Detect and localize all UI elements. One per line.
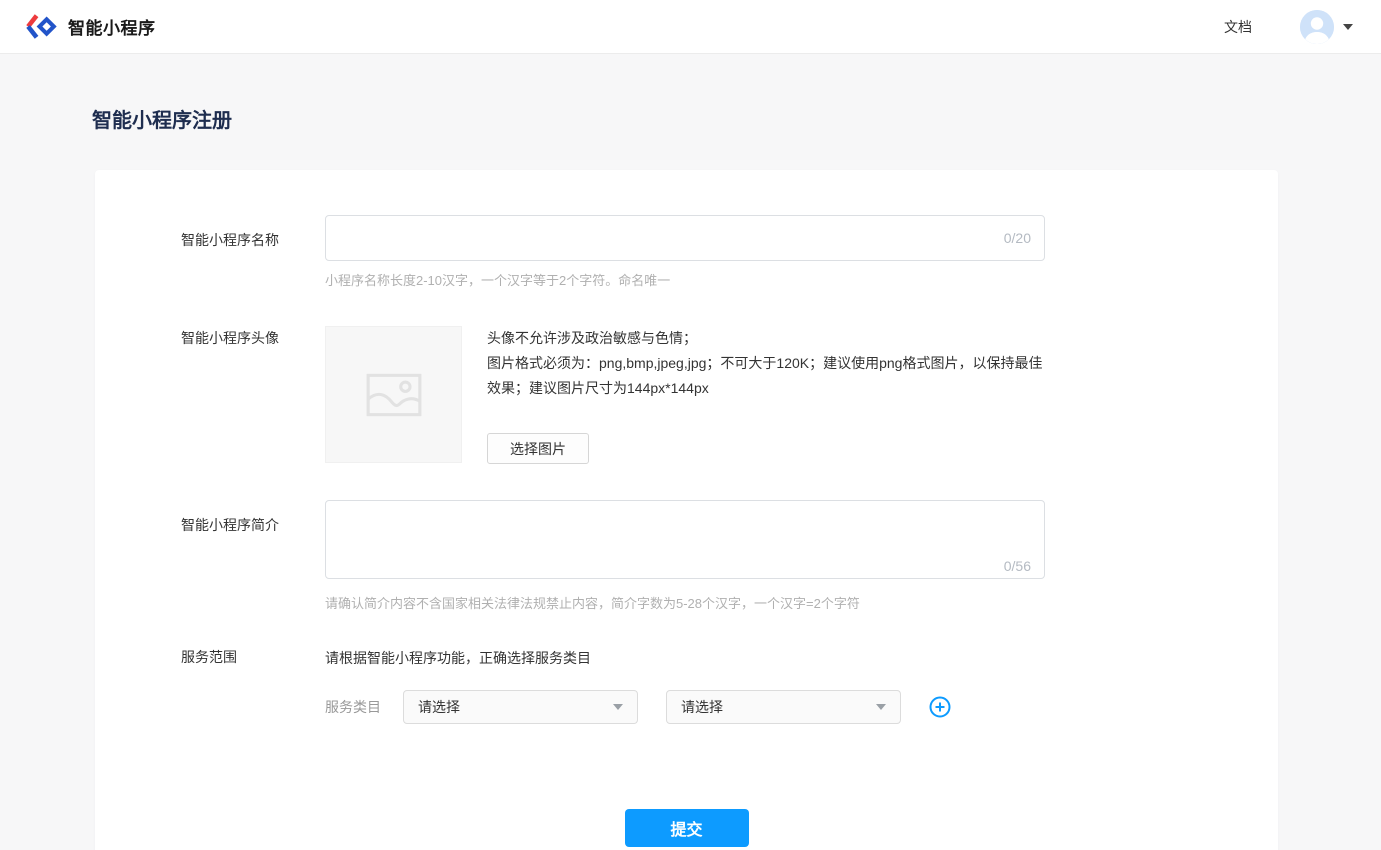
submit-button[interactable]: 提交 [625,809,749,847]
avatar-rule-line-2: 图片格式必须为：png,bmp,jpeg,jpg；不可大于120K；建议使用pn… [487,351,1047,401]
name-label: 智能小程序名称 [181,215,325,289]
brand-name: 智能小程序 [68,14,156,39]
category-select-level2-value: 请选择 [681,697,876,717]
intro-hint: 请确认简介内容不含国家相关法律法规禁止内容，简介字数为5-28个汉字，一个汉字=… [325,593,1045,612]
avatar-field-row: 智能小程序头像 头像不允许涉及政治敏感与色情； 图片格式必须为：png,bmp,… [95,326,1278,464]
intro-textarea[interactable] [325,500,1045,579]
intro-field-row: 智能小程序简介 0/56 请确认简介内容不含国家相关法律法规禁止内容，简介字数为… [95,500,1278,612]
intro-label: 智能小程序简介 [181,500,325,612]
avatar[interactable] [1300,10,1334,44]
account-menu[interactable] [1300,10,1353,44]
service-scope-label: 服务范围 [181,647,325,724]
registration-form-card: 智能小程序名称 0/20 小程序名称长度2-10汉字，一个汉字等于2个字符。命名… [95,170,1278,850]
avatar-label: 智能小程序头像 [181,326,325,464]
top-nav-bar: 智能小程序 文档 [0,0,1381,54]
category-select-level2[interactable]: 请选择 [666,690,901,724]
add-category-button[interactable] [929,696,951,718]
chevron-down-icon [876,704,886,710]
plus-circle-icon [929,696,951,718]
smart-program-logo-icon [25,13,59,40]
submit-row: 提交 [95,809,1278,847]
chevron-down-icon [613,704,623,710]
image-upload-dropzone[interactable] [325,326,462,463]
category-select-level1[interactable]: 请选择 [403,690,638,724]
page-title: 智能小程序注册 [92,104,1381,133]
service-scope-row: 服务范围 请根据智能小程序功能，正确选择服务类目 服务类目 请选择 请选择 [95,647,1278,724]
name-field-row: 智能小程序名称 0/20 小程序名称长度2-10汉字，一个汉字等于2个字符。命名… [95,215,1278,289]
name-input[interactable] [325,215,1045,261]
name-hint: 小程序名称长度2-10汉字，一个汉字等于2个字符。命名唯一 [325,270,1045,289]
category-select-level1-value: 请选择 [418,697,613,717]
chevron-down-icon [1343,24,1353,30]
image-placeholder-icon [363,364,425,426]
service-scope-instruction: 请根据智能小程序功能，正确选择服务类目 [325,647,1225,668]
brand[interactable]: 智能小程序 [25,13,156,40]
service-category-label: 服务类目 [325,697,403,717]
user-avatar-icon [1300,10,1334,44]
avatar-rule-line-1: 头像不允许涉及政治敏感与色情； [487,326,1047,351]
choose-image-button[interactable]: 选择图片 [487,433,589,464]
docs-link[interactable]: 文档 [1224,17,1252,37]
